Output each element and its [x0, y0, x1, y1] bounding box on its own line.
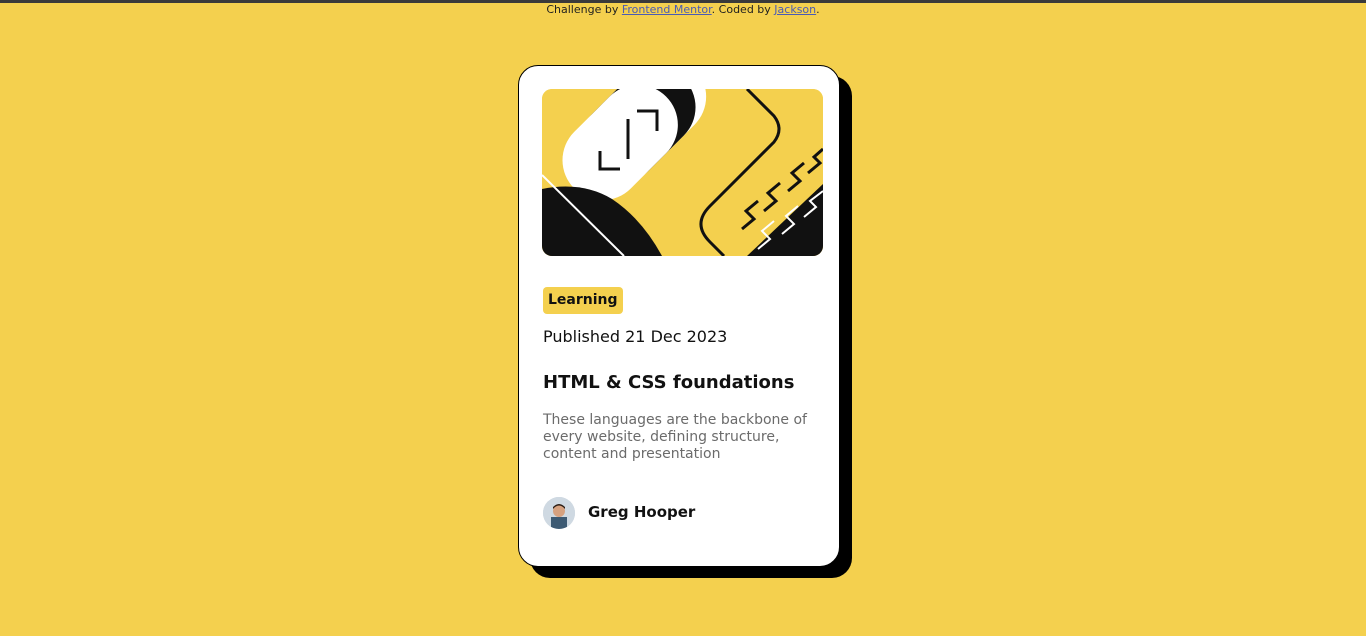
category-badge: Learning — [543, 287, 623, 314]
attribution-suffix: . — [816, 3, 820, 16]
published-date: Published 21 Dec 2023 — [543, 327, 728, 346]
author-avatar-icon — [543, 497, 575, 529]
frontend-mentor-link[interactable]: Frontend Mentor — [622, 3, 712, 16]
author-name: Greg Hooper — [588, 503, 696, 521]
attribution-prefix: Challenge by — [546, 3, 622, 16]
blog-preview-card: Learning Published 21 Dec 2023 HTML & CS… — [518, 65, 840, 567]
card-description: These languages are the backbone of ever… — [543, 412, 807, 462]
hero-illustration — [542, 89, 823, 256]
attribution: Challenge by Frontend Mentor. Coded by J… — [0, 3, 1366, 16]
attribution-middle: . Coded by — [711, 3, 775, 16]
card-title[interactable]: HTML & CSS foundations — [543, 372, 794, 393]
abstract-illustration-icon — [542, 89, 823, 256]
author-link[interactable]: Jackson — [774, 3, 816, 16]
